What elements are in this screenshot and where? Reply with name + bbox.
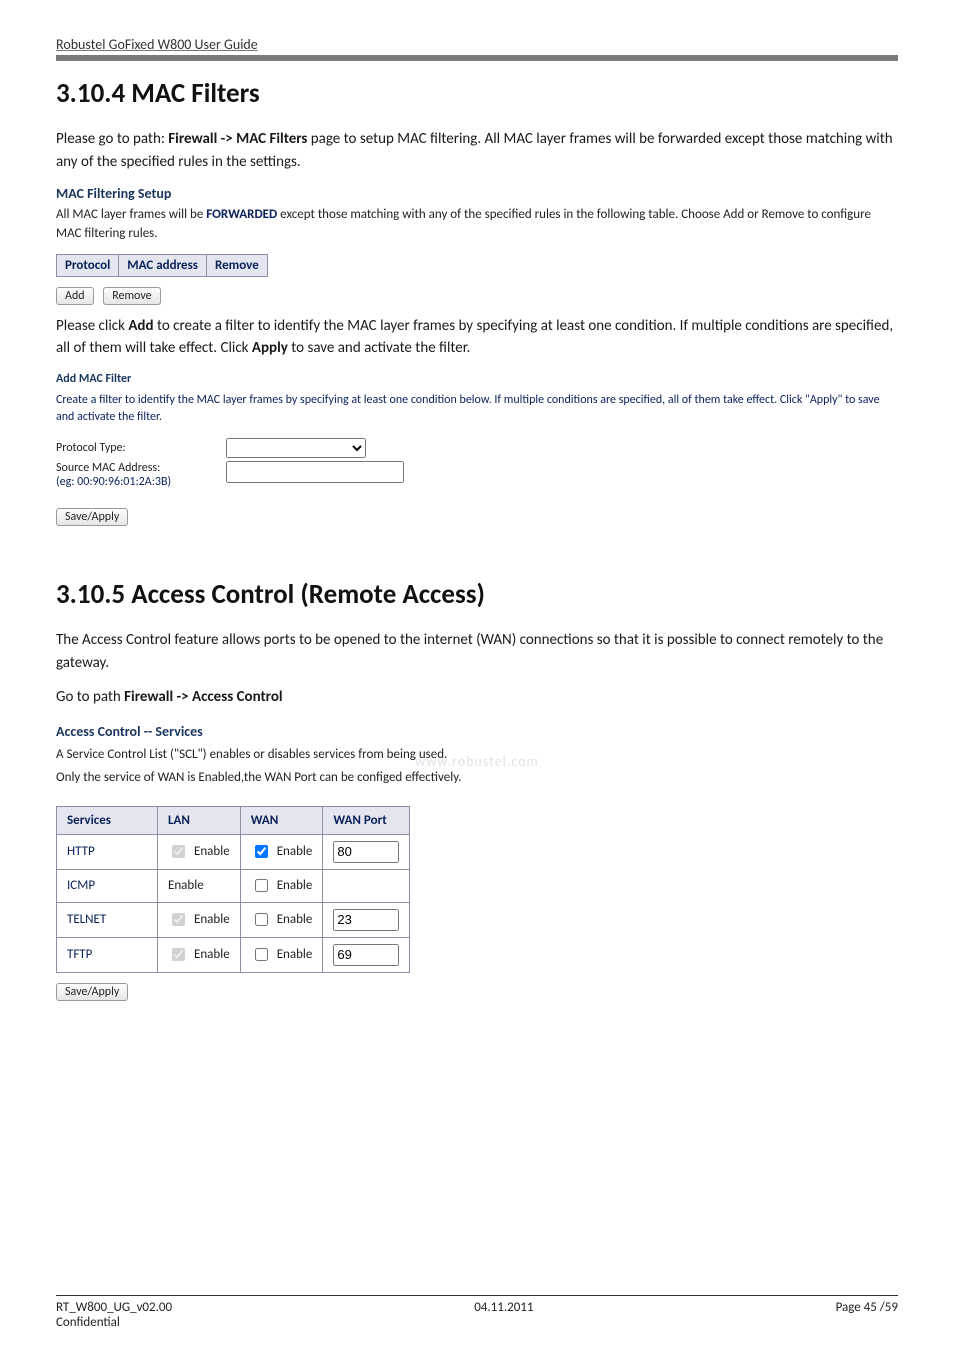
enable-label: Enable <box>277 878 313 893</box>
enable-label: Enable <box>277 947 313 962</box>
lan-enable-checkbox <box>172 913 185 926</box>
table-row: TFTP Enable Enable <box>57 937 410 972</box>
path-access-control: Firewall -> Access Control <box>124 688 282 706</box>
doc-header: Robustel GoFixed W800 User Guide <box>56 36 898 55</box>
footer-rule <box>56 1295 898 1296</box>
wan-enable-checkbox[interactable] <box>255 913 268 926</box>
protocol-type-label: Protocol Type: <box>56 441 226 455</box>
footer-center: 04.11.2011 <box>474 1300 533 1315</box>
heading-access-control: 3.10.5 Access Control (Remote Access) <box>56 578 898 611</box>
wan-port-cell <box>323 902 410 937</box>
wan-cell: Enable <box>240 937 323 972</box>
word-apply: Apply <box>252 339 288 357</box>
service-name: HTTP <box>57 834 158 869</box>
service-name: TFTP <box>57 937 158 972</box>
wan-enable-checkbox[interactable] <box>255 948 268 961</box>
wan-port-input[interactable] <box>333 841 399 863</box>
lan-cell: Enable <box>158 937 241 972</box>
heading-mac-filters: 3.10.4 MAC Filters <box>56 77 898 110</box>
service-name: TELNET <box>57 902 158 937</box>
wan-port-input[interactable] <box>333 944 399 966</box>
mac-intro: Please go to path: Firewall -> MAC Filte… <box>56 128 898 173</box>
enable-label: Enable <box>277 912 313 927</box>
source-mac-example: (eg: 00:90:96:01:2A:3B) <box>56 475 226 489</box>
table-row: TELNET Enable Enable <box>57 902 410 937</box>
table-row: ICMP Enable Enable <box>57 869 410 902</box>
path-mac-filters: Firewall -> MAC Filters <box>168 130 307 148</box>
col-mac-address: MAC address <box>119 254 207 276</box>
protocol-type-select[interactable] <box>226 438 366 458</box>
page-footer: RT_W800_UG_v02.00 04.11.2011 Page 45 /59… <box>56 1295 898 1330</box>
text: to create a filter to identify the MAC l… <box>56 317 893 358</box>
service-name: ICMP <box>57 869 158 902</box>
mac-click-add-text: Please click Add to create a filter to i… <box>56 315 898 360</box>
enable-label: Enable <box>194 912 230 927</box>
scl-line2: Only the service of WAN is Enabled,the W… <box>56 769 898 788</box>
col-services: Services <box>57 806 158 834</box>
word-add: Add <box>128 317 153 335</box>
source-mac-input[interactable] <box>226 461 404 483</box>
text: Please go to path: <box>56 130 168 148</box>
lan-enable-checkbox <box>172 845 185 858</box>
col-remove: Remove <box>206 254 267 276</box>
enable-label: Enable <box>194 844 230 859</box>
col-lan: LAN <box>158 806 241 834</box>
lan-cell: Enable <box>158 869 241 902</box>
enable-label: Enable <box>168 878 204 893</box>
mac-filtering-setup-title: MAC Filtering Setup <box>56 185 898 202</box>
save-apply-button-ac[interactable]: Save/Apply <box>56 983 128 1001</box>
lan-cell: Enable <box>158 902 241 937</box>
add-button[interactable]: Add <box>56 287 94 305</box>
table-row: HTTP Enable Enable <box>57 834 410 869</box>
col-protocol: Protocol <box>57 254 119 276</box>
header-rule <box>56 55 898 61</box>
source-mac-label: Source MAC Address: <box>56 461 226 475</box>
text: Go to path <box>56 688 124 706</box>
wan-enable-checkbox[interactable] <box>255 879 268 892</box>
enable-label: Enable <box>277 844 313 859</box>
footer-left: RT_W800_UG_v02.00 <box>56 1300 172 1315</box>
forwarded-word: FORWARDED <box>206 207 277 222</box>
ac-intro: The Access Control feature allows ports … <box>56 629 898 674</box>
lan-enable-checkbox <box>172 948 185 961</box>
wan-cell: Enable <box>240 834 323 869</box>
text: Please click <box>56 317 128 335</box>
save-apply-button-mac[interactable]: Save/Apply <box>56 508 128 526</box>
footer-right: Page 45 /59 <box>836 1300 898 1315</box>
text: All MAC layer frames will be <box>56 207 206 222</box>
wan-port-cell <box>323 937 410 972</box>
wan-port-input[interactable] <box>333 909 399 931</box>
services-table: Services LAN WAN WAN Port HTTP Enable Enab… <box>56 806 410 973</box>
scl-title: Access Control -- Services <box>56 723 898 740</box>
wan-cell: Enable <box>240 902 323 937</box>
lan-cell: Enable <box>158 834 241 869</box>
add-mac-filter-desc: Create a filter to identify the MAC laye… <box>56 392 898 427</box>
mac-forwarded-desc: All MAC layer frames will be FORWARDED e… <box>56 206 898 244</box>
wan-enable-checkbox[interactable] <box>255 845 268 858</box>
wan-cell: Enable <box>240 869 323 902</box>
col-wan-port: WAN Port <box>323 806 410 834</box>
scl-line1: A Service Control List ("SCL") enables o… <box>56 746 898 765</box>
text: to save and activate the filter. <box>288 339 470 357</box>
ac-goto: Go to path Firewall -> Access Control <box>56 686 898 709</box>
wan-port-cell <box>323 869 410 902</box>
remove-button[interactable]: Remove <box>103 287 160 305</box>
wan-port-cell <box>323 834 410 869</box>
add-mac-filter-title: Add MAC Filter <box>56 372 898 386</box>
mac-filter-table: Protocol MAC address Remove <box>56 254 268 277</box>
footer-confidential: Confidential <box>56 1315 898 1330</box>
col-wan: WAN <box>240 806 323 834</box>
enable-label: Enable <box>194 947 230 962</box>
